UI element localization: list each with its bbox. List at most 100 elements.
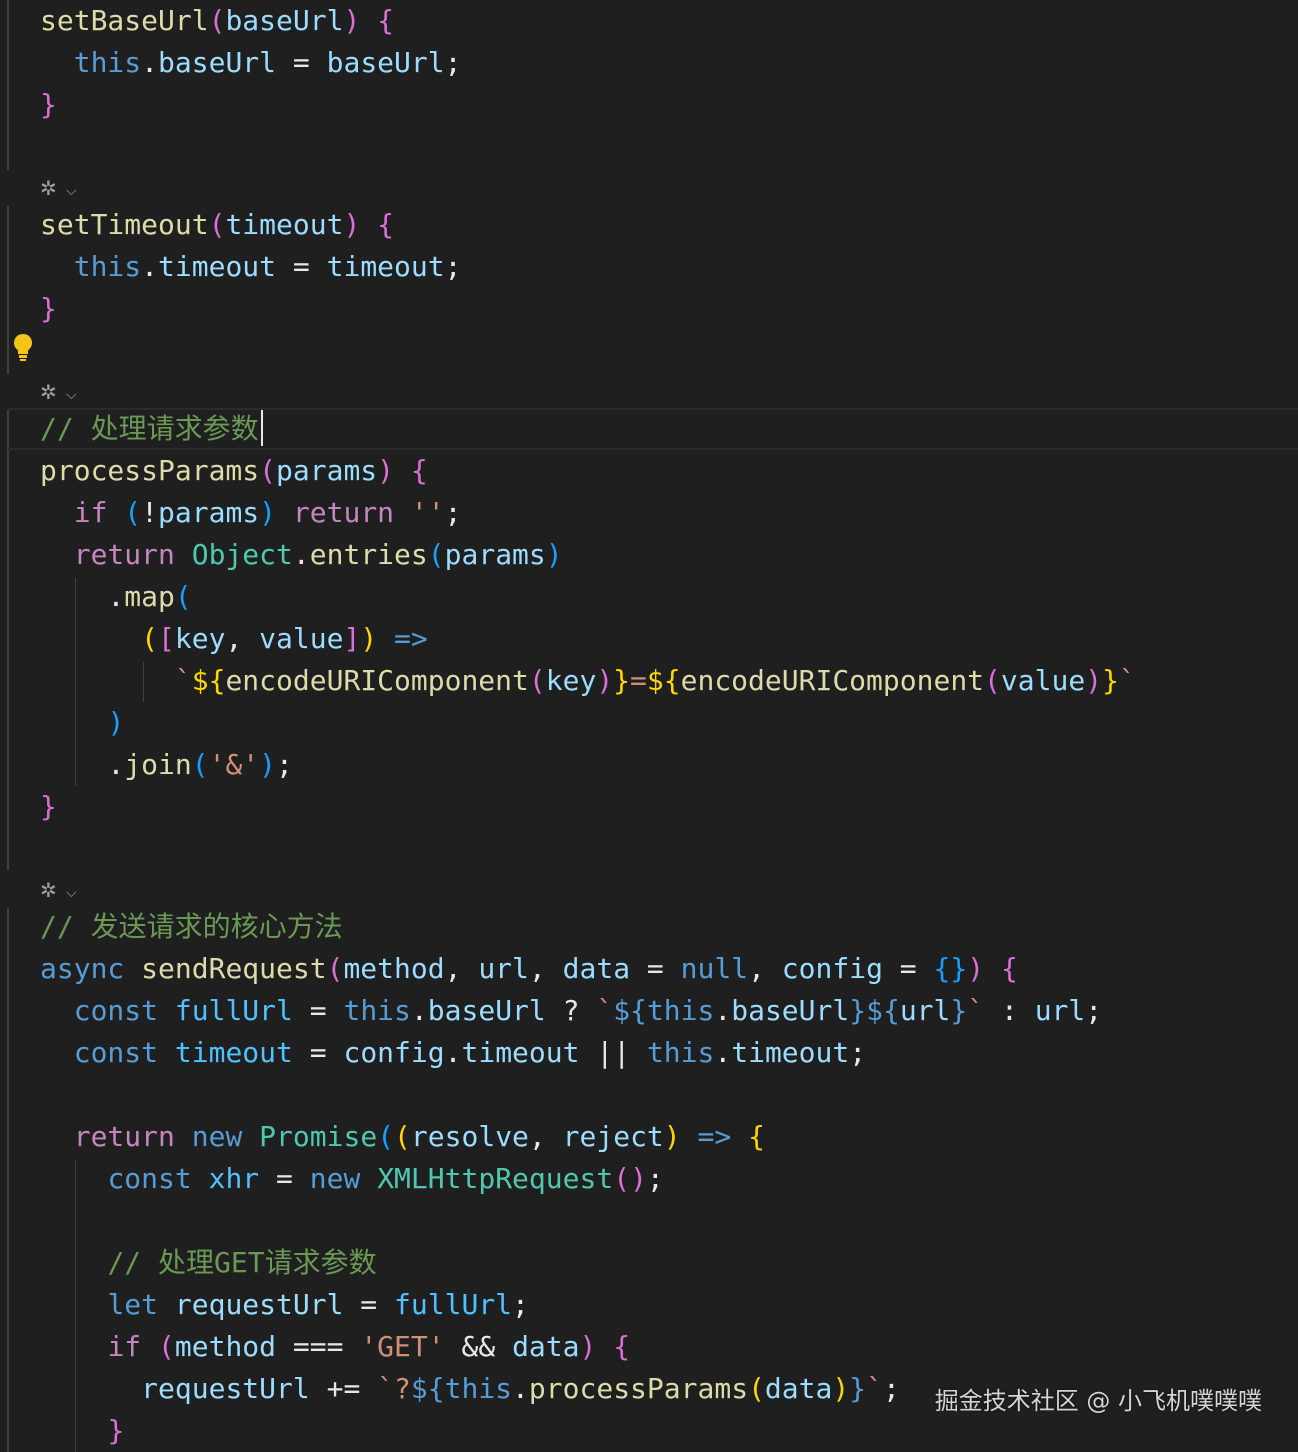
code-token: . [141, 46, 159, 79]
code-token: ${ [410, 1372, 445, 1405]
code-token: this [646, 994, 715, 1027]
chevron-down-icon: ⌵ [66, 183, 77, 199]
code-token: key [545, 664, 597, 697]
code-token: ( [208, 208, 226, 241]
code-token: const [107, 1162, 192, 1195]
code-token: // 处理请求参数 [40, 412, 259, 445]
code-editor[interactable]: ✲ ⌵ ✲ ⌵ ✲ ⌵ setBaseUrl ( baseUrl) { this. base… [0, 0, 1298, 1452]
code-token: config [781, 952, 883, 985]
code-token: = [630, 952, 681, 985]
code-token: data [512, 1330, 580, 1363]
code-token: => [697, 1120, 732, 1153]
code-token: // 发送请求的核心方法 [40, 910, 343, 943]
code-token: ) [967, 952, 985, 985]
code-token: && [444, 1330, 513, 1363]
code-token: setBaseUrl [40, 4, 209, 37]
code-token: = [276, 250, 327, 283]
lightbulb-icon[interactable] [12, 332, 34, 362]
gutter-change-bar [7, 206, 9, 374]
code-token: ( [174, 580, 192, 613]
code-token: Object [191, 538, 293, 571]
gutter-change-bar [7, 0, 9, 170]
code-token: {} [933, 952, 968, 985]
code-token: baseUrl [326, 46, 445, 79]
code-token: = [630, 664, 647, 697]
code-token: Promise [259, 1120, 378, 1153]
code-token: = [276, 46, 327, 79]
code-token: reject [562, 1120, 664, 1153]
code-token: ( [377, 1120, 395, 1153]
code-token: , [528, 952, 563, 985]
code-token: ( [158, 1330, 175, 1363]
code-token: } [40, 292, 57, 325]
code-token: ) [579, 1330, 597, 1363]
code-token: join [124, 748, 192, 781]
code-token: timeout [158, 250, 277, 283]
code-token: ${ [866, 994, 900, 1027]
codelens-action[interactable]: ✲ ⌵ [40, 174, 86, 202]
code-token: { [613, 1330, 631, 1363]
code-token: timeout [225, 208, 344, 241]
code-token: ) [596, 664, 614, 697]
code-token: ( [748, 1372, 765, 1405]
code-token: ) [545, 538, 563, 571]
code-token: baseUrl [731, 994, 850, 1027]
code-token: baseUrl [225, 4, 344, 37]
codelens-action[interactable]: ✲ ⌵ [40, 378, 86, 406]
code-token: } [950, 994, 968, 1027]
gutter-change-bar [7, 410, 9, 870]
code-token: . [714, 1036, 732, 1069]
code-token: ( [191, 748, 209, 781]
code-token: timeout [731, 1036, 850, 1069]
code-token: ` [174, 664, 192, 697]
code-token: ${ [191, 664, 226, 697]
code-line-current[interactable]: // 处理请求参数 [8, 408, 1298, 450]
code-token: . [444, 1036, 462, 1069]
code-token: return [292, 496, 395, 529]
code-token: requestUrl [174, 1288, 344, 1321]
code-token: ) [107, 706, 125, 739]
code-token: ; [444, 46, 462, 79]
code-token: { [377, 208, 395, 241]
codelens-action[interactable]: ✲ ⌵ [40, 876, 86, 904]
code-token: = [343, 1288, 395, 1321]
code-token: if [73, 496, 108, 529]
code-token: resolve [410, 1120, 529, 1153]
code-token: ` [866, 1372, 883, 1405]
code-token: } [40, 88, 57, 121]
code-token: } [849, 994, 867, 1027]
code-token: = [259, 1162, 310, 1195]
code-token: ? [545, 994, 597, 1027]
code-token: // 处理GET请求参数 [107, 1246, 377, 1279]
code-token: const [73, 994, 159, 1027]
code-token: . [107, 748, 125, 781]
code-token: : [984, 994, 1035, 1027]
code-token: processParams [528, 1372, 749, 1405]
code-token: ( [141, 622, 159, 655]
watermark: 掘金技术社区 @ 小飞机噗噗噗 [934, 1387, 1262, 1415]
code-token: ) [360, 622, 378, 655]
code-token: => [394, 622, 428, 655]
code-token: requestUrl [141, 1372, 310, 1405]
code-token: params [158, 496, 260, 529]
code-token: this [73, 250, 142, 283]
